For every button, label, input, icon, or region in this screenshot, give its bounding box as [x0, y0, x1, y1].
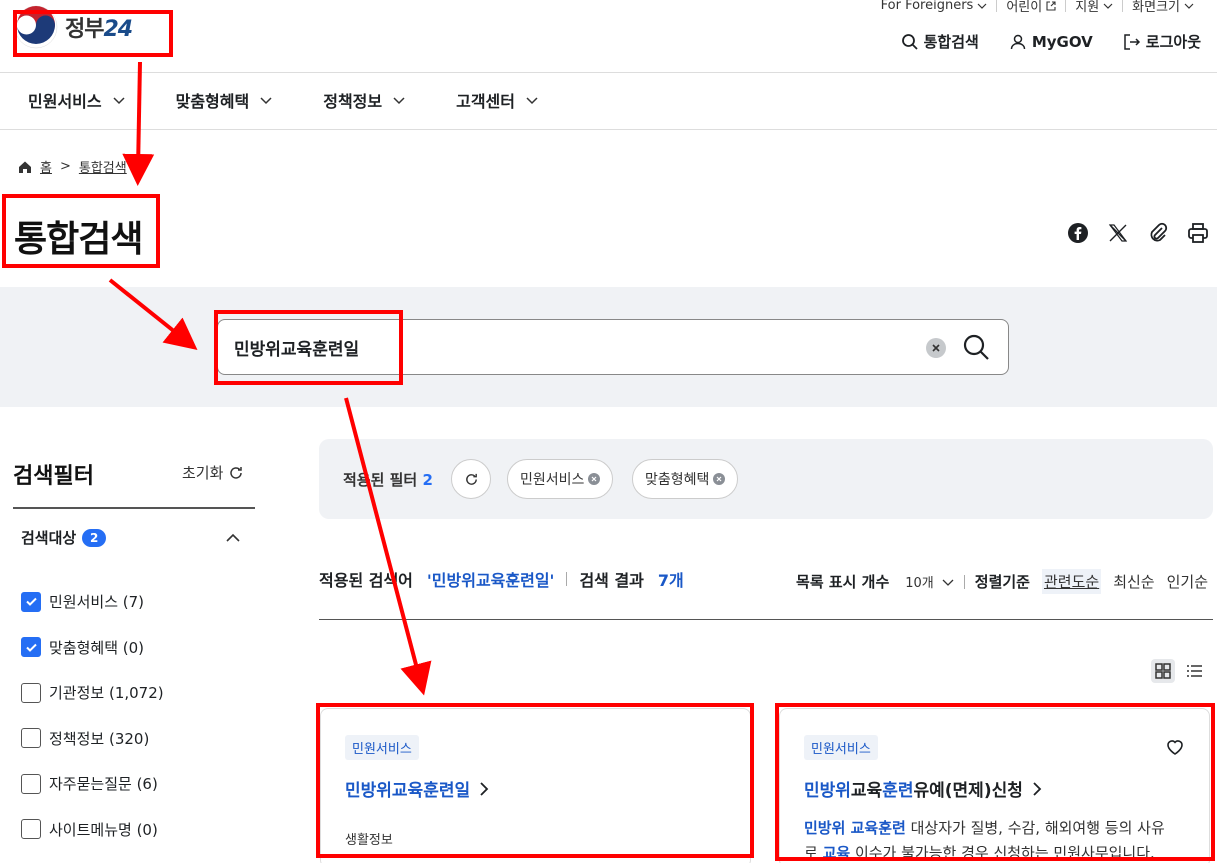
annotation-arrow [344, 397, 432, 696]
annotation-arrow [122, 61, 155, 186]
annotation-arrows [108, 61, 432, 696]
annotation-arrow [108, 278, 198, 350]
